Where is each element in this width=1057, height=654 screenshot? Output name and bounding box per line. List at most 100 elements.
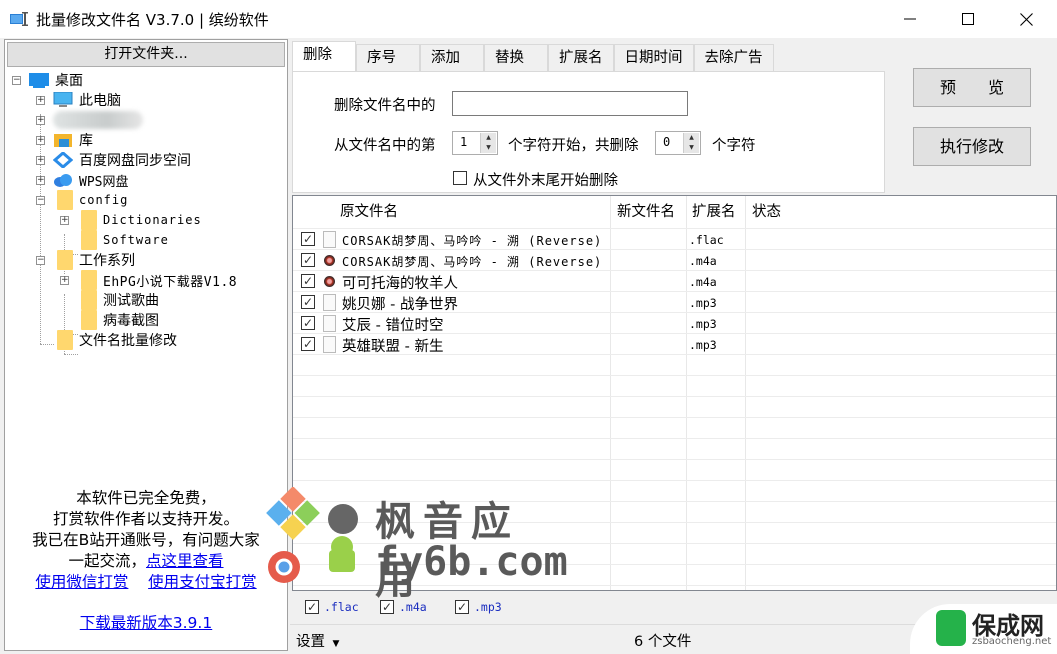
dropdown-arrow-icon: ▼ (329, 639, 340, 649)
minimize-icon (904, 18, 916, 20)
row-gridline (293, 480, 1056, 481)
start-suffix-label: 个字符开始，共删除 (508, 138, 639, 154)
open-folder-button[interactable]: 打开文件夹... (7, 42, 285, 67)
original-file-name: 姚贝娜 - 战争世界 (342, 297, 458, 313)
tab-extension[interactable]: 扩展名 (548, 44, 614, 73)
folder-icon (57, 190, 73, 210)
expand-toggle[interactable]: + (36, 96, 45, 105)
spinner-arrows-icon[interactable]: ▲ ▼ (480, 133, 496, 153)
bilibili-link[interactable]: 点这里查看 (146, 552, 224, 570)
file-row[interactable]: ✓ CORSAK胡梦周、马吟吟 - 溯 (Reverse) .m4a (293, 250, 1056, 271)
tab-replace[interactable]: 替换 (484, 44, 548, 73)
tree-item-user-folder[interactable] (53, 110, 143, 130)
execute-button[interactable]: 执行修改 (913, 127, 1031, 166)
tab-datetime[interactable]: 日期时间 (613, 44, 694, 73)
expand-toggle[interactable]: + (36, 176, 45, 185)
filter-m4a[interactable]: ✓ .m4a (380, 600, 427, 614)
expand-toggle[interactable]: + (36, 156, 45, 165)
delete-count-spinner[interactable]: 0 ▲ ▼ (655, 131, 701, 155)
tree-item-batch-rename[interactable]: 文件名批量修改 (57, 330, 177, 350)
tab-add[interactable]: 添加 (420, 44, 484, 73)
checkbox-checked-icon[interactable]: ✓ (305, 600, 319, 614)
column-header-extension[interactable]: 扩展名 (692, 196, 736, 229)
alipay-donate-link[interactable]: 使用支付宝打赏 (148, 573, 257, 591)
count-suffix-label: 个字符 (712, 138, 756, 154)
tree-item-config[interactable]: config (57, 190, 128, 210)
desktop-icon (29, 72, 49, 88)
file-row[interactable]: ✓ CORSAK胡梦周、马吟吟 - 溯 (Reverse) .flac (293, 229, 1056, 250)
folder-icon (57, 250, 73, 270)
expand-toggle[interactable]: + (60, 276, 69, 285)
original-file-name: 艾辰 - 错位时空 (342, 318, 444, 334)
library-icon (53, 132, 73, 148)
delete-panel: 删除文件名中的 从文件名中的第 1 ▲ ▼ 个字符开始，共删除 0 ▲ ▼ 个字符 … (292, 71, 885, 193)
collapse-toggle[interactable]: − (36, 196, 45, 205)
row-checkbox[interactable]: ✓ (301, 316, 315, 330)
expand-toggle[interactable]: + (36, 136, 45, 145)
tree-line (64, 354, 78, 355)
folder-icon (57, 330, 73, 350)
tree-item-desktop[interactable]: 桌面 (29, 70, 83, 90)
minimize-button[interactable] (881, 0, 939, 38)
tree-item-ehpg-downloader[interactable]: EhPG小说下载器V1.8 (81, 270, 237, 290)
row-checkbox[interactable]: ✓ (301, 295, 315, 309)
filter-flac[interactable]: ✓ .flac (305, 600, 359, 614)
close-icon (1019, 12, 1033, 26)
delete-text-input[interactable] (452, 91, 688, 116)
promo-text: 我已在B站开通账号，有问题大家 (32, 531, 260, 549)
row-checkbox[interactable]: ✓ (301, 274, 315, 288)
tree-item-this-pc[interactable]: 此电脑 (53, 90, 121, 110)
tree-item-work-series[interactable]: 工作系列 (57, 250, 135, 270)
from-end-checkbox[interactable] (453, 171, 467, 185)
download-latest-link[interactable]: 下载最新版本3.9.1 (80, 614, 212, 632)
tab-remove-ads[interactable]: 去除广告 (693, 44, 774, 73)
file-extension: .mp3 (689, 296, 717, 310)
wechat-donate-link[interactable]: 使用微信打赏 (35, 573, 128, 591)
close-button[interactable] (997, 0, 1055, 38)
file-extension: .mp3 (689, 317, 717, 331)
column-header-status[interactable]: 状态 (752, 196, 781, 229)
file-extension: .mp3 (689, 338, 717, 352)
collapse-toggle[interactable]: − (12, 76, 21, 85)
tree-item-wps-cloud[interactable]: WPS网盘 (53, 170, 128, 190)
tree-item-test-songs[interactable]: 测试歌曲 (81, 290, 159, 310)
maximize-button[interactable] (939, 0, 997, 38)
file-extension: .m4a (689, 254, 717, 268)
tree-item-baidu-netdisk[interactable]: 百度网盘同步空间 (52, 150, 191, 170)
from-end-label: 从文件外末尾开始删除 (473, 173, 618, 189)
column-header-original-name[interactable]: 原文件名 (340, 196, 398, 229)
settings-dropdown[interactable]: 设置 ▼ (296, 630, 339, 651)
spinner-arrows-icon[interactable]: ▲ ▼ (683, 133, 699, 153)
file-icon (323, 231, 336, 248)
expand-toggle[interactable]: + (36, 116, 45, 125)
preview-button[interactable]: 预 览 (913, 68, 1031, 107)
tab-delete[interactable]: 删除 (292, 41, 356, 73)
start-position-spinner[interactable]: 1 ▲ ▼ (452, 131, 498, 155)
row-gridline (293, 564, 1056, 565)
row-checkbox[interactable]: ✓ (301, 232, 315, 246)
file-row[interactable]: ✓ 艾辰 - 错位时空 .mp3 (293, 313, 1056, 334)
tree-line (40, 114, 41, 344)
original-file-name: 可可托海的牧羊人 (342, 276, 458, 292)
column-header-new-name[interactable]: 新文件名 (617, 196, 675, 229)
expand-toggle[interactable]: + (60, 216, 69, 225)
tab-sequence[interactable]: 序号 (356, 44, 420, 73)
tree-line (40, 344, 54, 345)
tree-item-dictionaries[interactable]: Dictionaries (81, 210, 202, 230)
file-row[interactable]: ✓ 姚贝娜 - 战争世界 .mp3 (293, 292, 1056, 313)
tree-item-virus-screenshots[interactable]: 病毒截图 (81, 310, 159, 330)
file-extension: .m4a (689, 275, 717, 289)
row-checkbox[interactable]: ✓ (301, 253, 315, 267)
checkbox-checked-icon[interactable]: ✓ (455, 600, 469, 614)
file-row[interactable]: ✓ 可可托海的牧羊人 .m4a (293, 271, 1056, 292)
row-gridline (293, 438, 1056, 439)
row-checkbox[interactable]: ✓ (301, 337, 315, 351)
filter-mp3[interactable]: ✓ .mp3 (455, 600, 502, 614)
tree-item-library[interactable]: 库 (53, 130, 93, 150)
file-row[interactable]: ✓ 英雄联盟 - 新生 .mp3 (293, 334, 1056, 355)
checkbox-checked-icon[interactable]: ✓ (380, 600, 394, 614)
tree-item-software[interactable]: Software (81, 230, 169, 250)
title-bar: 批量修改文件名 V3.7.0 | 缤纷软件 (0, 0, 1057, 38)
from-position-label: 从文件名中的第 (334, 138, 436, 154)
collapse-toggle[interactable]: − (36, 256, 45, 265)
